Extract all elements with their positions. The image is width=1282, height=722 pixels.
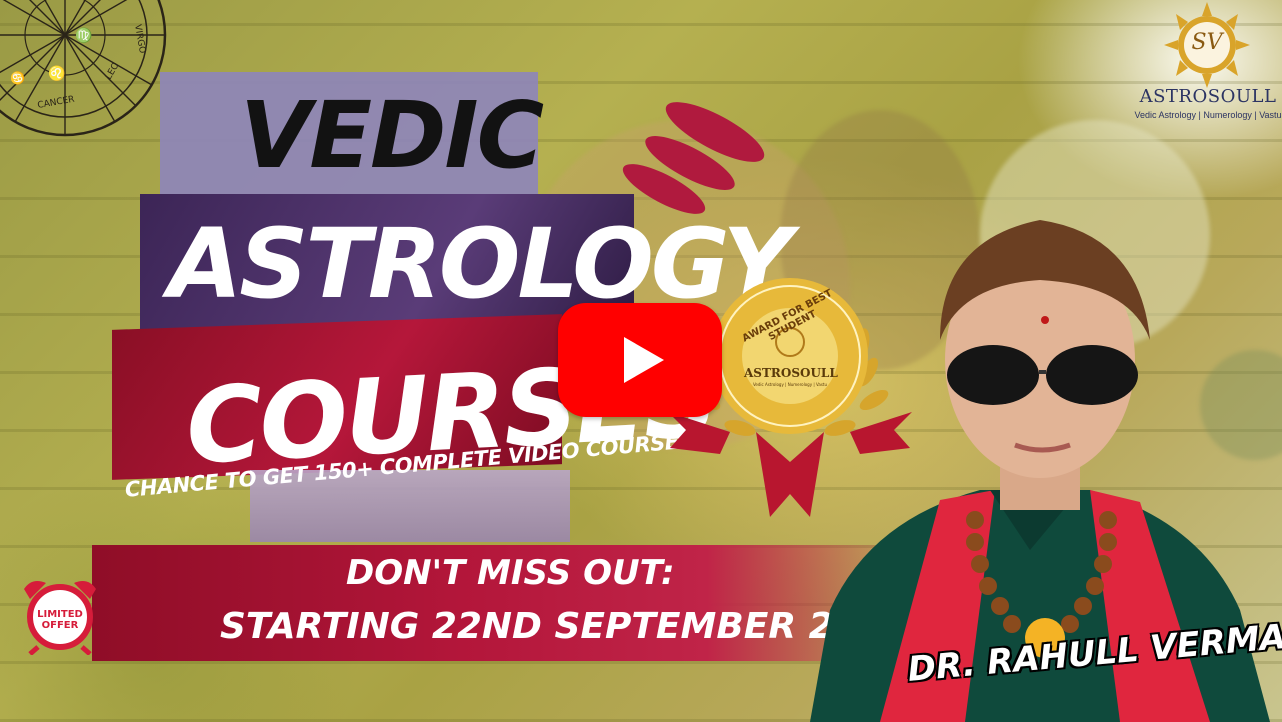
brand-tagline: Vedic Astrology | Numerology | Vastu: [1134, 110, 1282, 120]
video-thumbnail[interactable]: LEO VIRGO CANCER ♍ ♌ ♋ VEDIC ASTROLOGY C…: [0, 0, 1282, 722]
brand-logo: SV ASTROSOULL Vedic Astrology | Numerolo…: [1130, 0, 1282, 130]
zodiac-wheel-icon: LEO VIRGO CANCER ♍ ♌ ♋: [0, 0, 167, 137]
zodiac-glyph-virgo: ♍: [75, 27, 92, 44]
zodiac-label-leo: LEO: [104, 61, 122, 81]
brand-monogram: SV: [1191, 30, 1223, 55]
youtube-play-button[interactable]: [558, 303, 722, 417]
banner-line-dont-miss: DON'T MISS OUT:: [346, 553, 675, 593]
zodiac-glyph-cancer: ♋: [10, 71, 25, 85]
limited-offer-badge: LIMITED OFFER: [16, 575, 104, 656]
zodiac-label-cancer: CANCER: [37, 95, 76, 111]
zodiac-label-virgo: VIRGO: [132, 24, 147, 54]
title-line-vedic: VEDIC: [240, 82, 544, 189]
brand-name: ASTROSOULL: [1139, 86, 1277, 107]
zodiac-glyph-leo: ♌: [48, 65, 65, 82]
badge-line-offer: OFFER: [41, 620, 79, 631]
badge-line-limited: LIMITED: [37, 609, 83, 620]
play-icon: [624, 337, 664, 383]
